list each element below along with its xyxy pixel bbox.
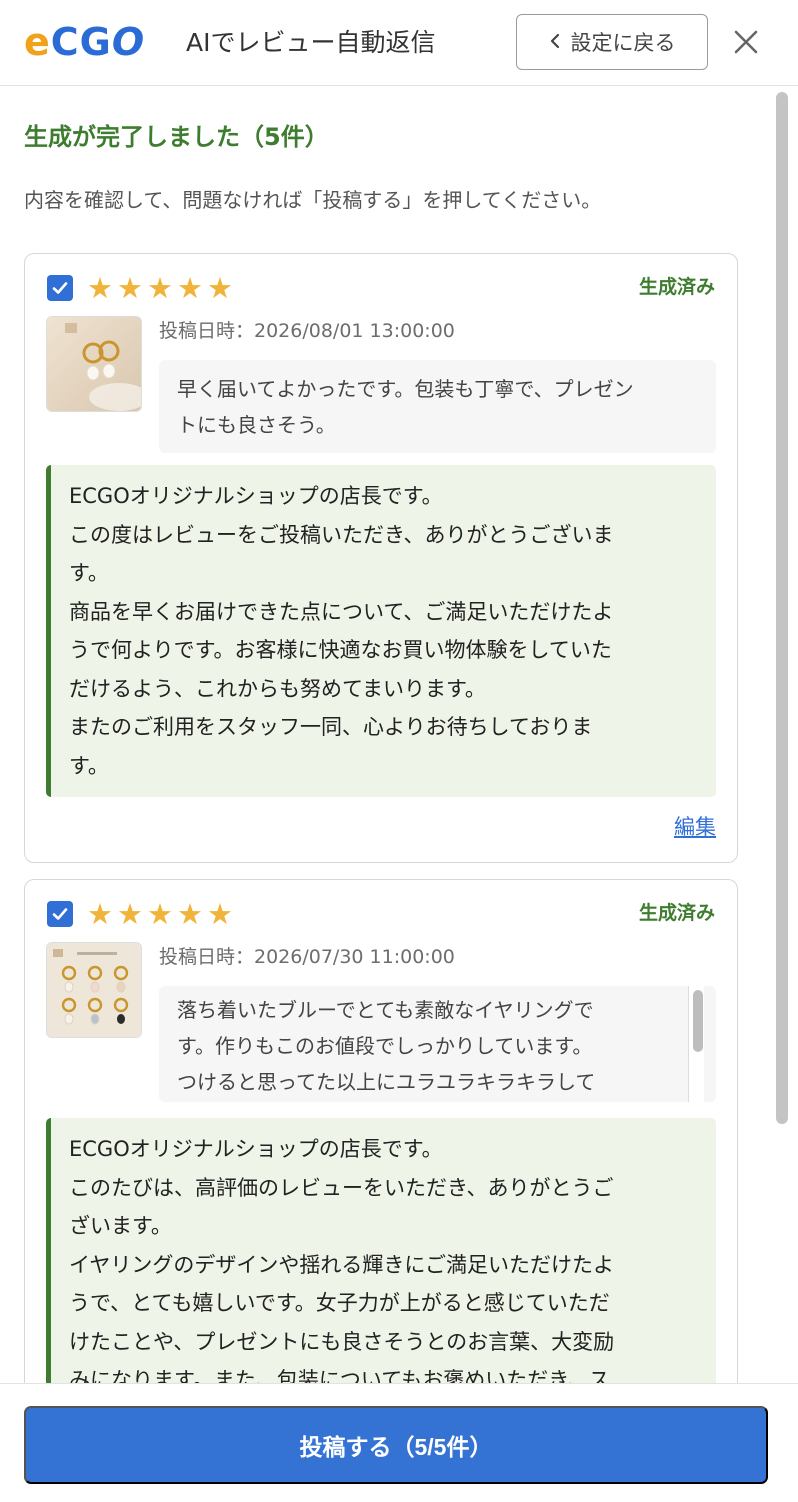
reply-text-line: す。 (69, 561, 109, 585)
check-icon (52, 282, 68, 294)
star-icon: ★ (177, 271, 203, 305)
star-icon: ★ (147, 271, 173, 305)
star-icon: ★ (207, 271, 233, 305)
review-text-line: つけると思ってた以上にユラユラキラキラして (177, 1070, 596, 1094)
star-icon: ★ (117, 271, 143, 305)
reply-text-line: うで、とても嬉しいです。女子力が上がると感じていただ (69, 1291, 610, 1315)
back-button-label: 設定に戻る (570, 31, 676, 55)
reply-text-line: す。 (69, 753, 109, 778)
star-icon: ★ (147, 897, 173, 931)
review-text-line: 落ち着いたブルーでとても素敵なイヤリングで (177, 998, 594, 1022)
review-text-scrollbar[interactable] (688, 986, 704, 1102)
logo-letter-c: C (50, 20, 80, 64)
back-to-settings-button[interactable]: 設定に戻る (516, 14, 708, 70)
completion-title: 生成が完了しました（5件） (24, 123, 329, 151)
reply-text-line: この度はレビューをご投稿いただき、ありがとうございま (69, 522, 614, 547)
star-rating: ★ ★ ★ ★ ★ (87, 899, 233, 929)
reply-text-line: けたことや、プレゼントにも良さそうとのお言葉、大変励 (69, 1329, 615, 1354)
star-rating: ★ ★ ★ ★ ★ (87, 273, 233, 303)
generated-reply: ECGOオリジナルショップの店長です。 このたびは、高評価のレビューをいただき、… (46, 1118, 716, 1383)
chevron-left-icon (549, 30, 561, 54)
generated-reply: ECGOオリジナルショップの店長です。 この度はレビューをご投稿いただき、ありが… (46, 465, 716, 797)
reply-text-line: このたびは、高評価のレビューをいただき、ありがとうご (69, 1175, 614, 1200)
review-text-scrollbar-thumb[interactable] (693, 990, 703, 1052)
star-icon: ★ (87, 897, 113, 931)
product-thumbnail-image (46, 316, 142, 412)
star-icon: ★ (177, 897, 203, 931)
reply-text-line: だけるよう、これからも努めてまいります。 (69, 676, 486, 701)
ecgo-logo: eCGO (24, 22, 145, 62)
header: eCGO AIでレビュー自動返信 設定に戻る (0, 0, 798, 86)
customer-review-text: 早く届いてよかったです。包装も丁寧で、プレゼン トにも良さそう。 (159, 360, 716, 453)
logo-letter-o: O (111, 20, 146, 64)
reply-text-line: イヤリングのデザインや揺れる輝きにご満足いただけたよ (69, 1252, 614, 1277)
review-posted-date: 投稿日時：2026/08/01 13:00:00 (159, 320, 455, 342)
review-posted-date: 投稿日時：2026/07/30 11:00:00 (159, 946, 455, 968)
review-select-checkbox[interactable] (47, 275, 73, 301)
star-icon: ★ (117, 897, 143, 931)
submit-replies-button[interactable]: 投稿する（5/5件） (24, 1406, 768, 1484)
product-thumbnail-image (46, 942, 142, 1038)
reply-text-line: うで何よりです。お客様に快適なお買い物体験をしていた (69, 638, 612, 662)
reply-text-line: みになります。また、包装についてもお褒めいただき、ス (69, 1368, 610, 1383)
review-text-line: 早く届いてよかったです。包装も丁寧で、プレゼン (177, 377, 634, 401)
review-select-checkbox[interactable] (47, 901, 73, 927)
reply-text-line: 商品を早くお届けできた点について、ご満足いただけたよ (69, 599, 614, 624)
page-title: AIでレビュー自動返信 (186, 28, 436, 57)
check-icon (52, 908, 68, 920)
reply-text-line: ECGOオリジナルショップの店長です。 (69, 484, 443, 508)
star-icon: ★ (87, 271, 113, 305)
edit-reply-link[interactable]: 編集 (674, 812, 716, 842)
star-icon: ★ (207, 897, 233, 931)
reply-text-line: またのご利用をスタッフ一同、心よりお待ちしておりま (69, 715, 593, 739)
status-badge: 生成済み (638, 902, 715, 924)
close-icon[interactable] (728, 22, 764, 62)
logo-letter-g: G (79, 20, 112, 64)
footer: 投稿する（5/5件） (0, 1383, 798, 1502)
results-scroll-area[interactable]: 生成が完了しました（5件） 内容を確認して、問題なければ「投稿する」を押してくだ… (0, 87, 798, 1383)
review-card: ★ ★ ★ ★ ★ 生成済み 投稿日時：2026/08/01 13:00:00 (24, 253, 738, 863)
customer-review-text[interactable]: 落ち着いたブルーでとても素敵なイヤリングで す。作りもこのお値段でしっかりしてい… (159, 986, 716, 1102)
reply-text-line: ざいます。 (69, 1214, 172, 1238)
review-text-line: トにも良さそう。 (177, 413, 336, 437)
status-badge: 生成済み (638, 276, 715, 298)
review-text-line: す。作りもこのお値段でしっかりしています。 (177, 1034, 593, 1058)
review-card: ★ ★ ★ ★ ★ 生成済み 投稿日時：2026/07/30 11:00:00 … (24, 879, 738, 1383)
reply-text-line: ECGOオリジナルショップの店長です。 (69, 1137, 443, 1161)
page-scrollbar-thumb[interactable] (776, 92, 788, 1124)
logo-letter-e: e (24, 20, 51, 64)
completion-description: 内容を確認して、問題なければ「投稿する」を押してください。 (24, 188, 602, 212)
